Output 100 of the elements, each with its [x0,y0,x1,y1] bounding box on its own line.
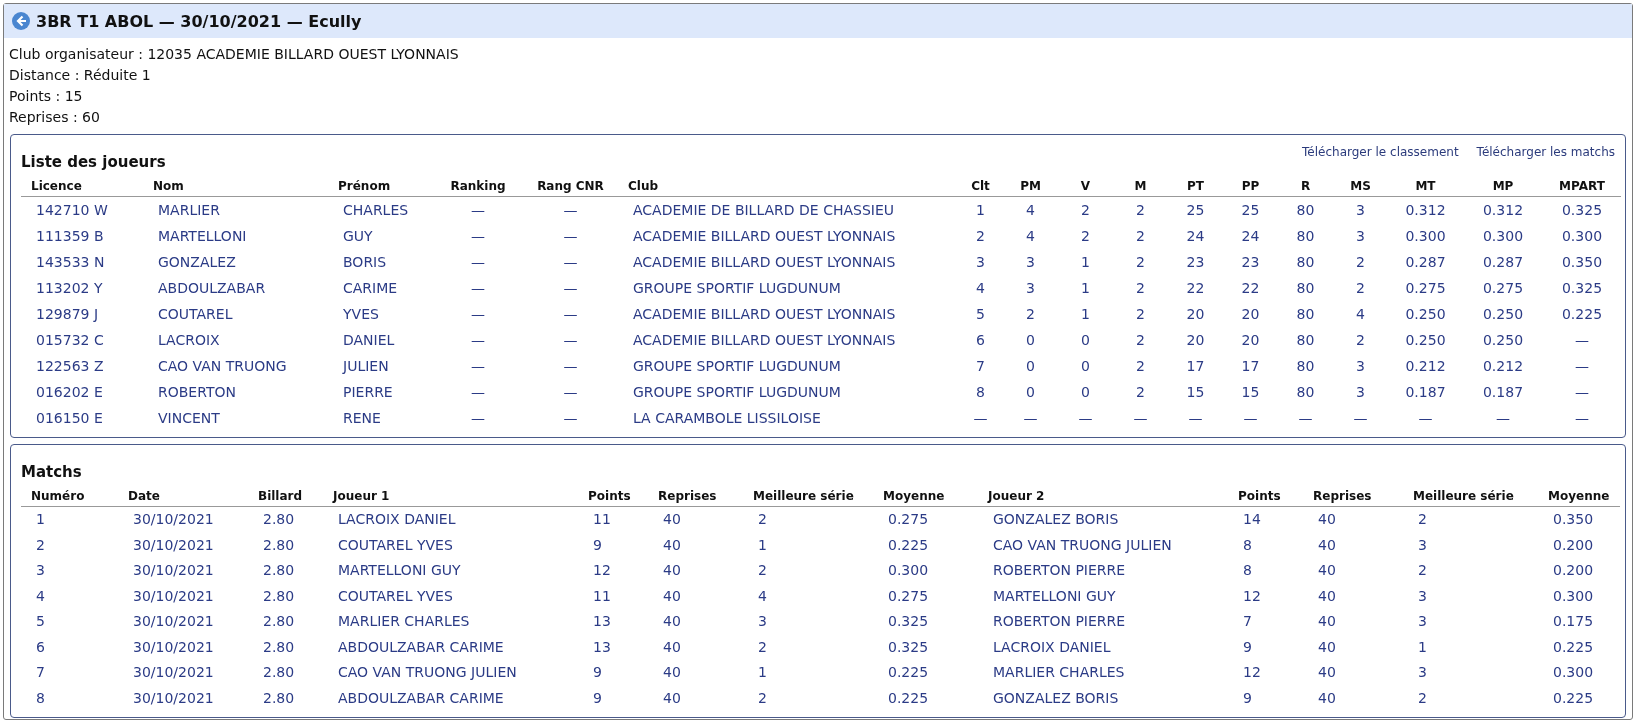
table-cell-text: 40 [1317,688,1337,708]
table-cell-text: ROBERTON PIERRE [992,612,1127,631]
table-cell-text: 8 [35,688,46,708]
table-cell-text: 25 [1185,201,1206,220]
table-cell-text: 0.225 [1552,688,1595,708]
table-cell-text: 25 [1240,201,1261,220]
table-cell-text: MARTELLONI GUY [337,561,462,580]
table-cell-text: 0.350 [1552,510,1595,529]
table-cell-text: MARTELLONI [157,227,248,246]
table-cell-text: 24 [1185,227,1206,246]
table-cell-text: — [562,357,579,376]
column-header: Points [578,485,648,507]
table-cell-text: 2.80 [262,510,296,529]
table-cell-text: 0.225 [887,663,930,682]
table-cell-text: GONZALEZ BORIS [992,510,1120,529]
table-cell-text: 0.225 [887,688,930,708]
table-cell-text: 40 [662,586,682,606]
table-cell-text: 3 [1025,279,1036,298]
table-cell-text: 3 [1417,586,1428,606]
table-cell-text: 2 [1417,561,1428,580]
table-cell-text: GONZALEZ BORIS [992,688,1120,708]
table-cell-text: ABDOULZABAR CARIME [337,637,505,657]
table-cell-text: 0.187 [1404,383,1447,402]
table-cell-text: 2 [975,227,986,246]
info-line: Points : 15 [9,87,84,106]
table-cell-text: 2.80 [262,612,296,631]
table-cell-text: — [562,201,579,220]
table-cell-text: LACROIX DANIEL [992,637,1112,657]
table-cell-text: 2 [1080,227,1091,246]
table-cell-text: 4 [35,586,46,606]
table-cell-text: 40 [662,637,682,657]
table-cell-text: — [1242,409,1259,428]
table-cell-text: ACADEMIE DE BILLARD DE CHASSIEU [632,201,896,220]
info-line: Club organisateur : 12035 ACADEMIE BILLARD OUEST LYONNAIS [9,45,460,64]
section-title: Matchs [21,463,82,481]
table-cell-text: 4 [757,586,768,606]
table-cell-text: 0.300 [1481,227,1525,246]
info-line: Reprises : 60 [9,108,101,127]
table-cell-text: 80 [1295,279,1316,298]
table-cell-text: 7 [975,357,986,376]
download-link[interactable]: Télécharger les matchs [1476,145,1615,159]
column-header: Nom [143,175,328,197]
table-cell-text: 1 [757,535,768,555]
column-header: R [1278,175,1333,197]
column-header: PM [1003,175,1058,197]
table-cell-text: 40 [1317,535,1337,555]
table-cell-text: COUTAREL [157,305,234,324]
section-title: Liste des joueurs [21,153,166,171]
table-cell-text: 0.250 [1404,331,1447,350]
table-cell-text: 30/10/2021 [132,561,215,580]
table-cell-text: 3 [1417,663,1428,682]
table-cell-text: — [562,253,579,272]
table-cell-text: ROBERTON PIERRE [992,561,1127,580]
table-cell-text: 1 [1080,305,1091,324]
table-cell-text: ROBERTON [157,383,237,402]
table-cell-text: CARIME [342,279,399,298]
table-cell-text: 9 [592,688,603,708]
table-cell-text: LA CARAMBOLE LISSILOISE [632,409,822,428]
table-cell-text: — [1022,409,1039,428]
column-header: Meilleure série [1403,485,1538,507]
table-cell-text: 1 [757,663,768,682]
table-cell-text: JULIEN [341,357,390,376]
table-cell-text: RENE [342,409,382,428]
table-cell-text: 30/10/2021 [132,612,215,631]
column-header: Reprises [648,485,743,507]
table-cell-text: 2 [757,688,768,708]
table-cell-text: — [470,305,486,324]
table-cell-text: 0.250 [1481,331,1525,350]
table-cell-text: 2 [1135,227,1146,246]
table-cell-text: 0.350 [1560,253,1604,272]
table-cell-text: — [470,383,486,402]
table-cell-text: YVES [342,305,380,324]
table-cell-text: 40 [1317,561,1337,580]
table-cell-text: 1 [1080,253,1091,272]
column-header: Ranking [433,175,523,197]
download-link[interactable]: Télécharger le classement [1302,145,1459,159]
table-cell-text: ABDOULZABAR [157,279,267,298]
table-cell-text: MARLIER CHARLES [992,663,1126,682]
table-cell-text: 2 [1135,201,1146,220]
table-cell-text: MARLIER CHARLES [337,612,471,631]
table-cell-text: 30/10/2021 [132,663,215,682]
table-cell-text: 0.312 [1404,201,1447,220]
table-cell-text: — [470,331,486,350]
table-cell-text: 3 [1355,383,1366,402]
table-cell-text: COUTAREL YVES [337,586,454,606]
table-cell-text: 2 [1355,253,1366,272]
table-cell-text: 0.212 [1404,357,1447,376]
table-cell-text: — [470,409,486,428]
page-title: 3BR T1 ABOL — 30/10/2021 — Ecully [36,11,362,31]
table-cell-text: 2 [1135,305,1146,324]
table-cell-text: 9 [1242,688,1253,708]
column-header: Moyenne [1538,485,1620,507]
table-cell-text: MARTELLONI GUY [992,586,1117,606]
table-cell-text: 0.300 [1560,227,1604,246]
table-cell-text: 22 [1185,279,1206,298]
table-cell-text: 40 [662,510,682,529]
table-cell-text: 2 [1135,253,1146,272]
table-cell-text: CHARLES [342,201,410,220]
column-header: Moyenne [873,485,978,507]
table-cell-text: 2 [1135,357,1146,376]
